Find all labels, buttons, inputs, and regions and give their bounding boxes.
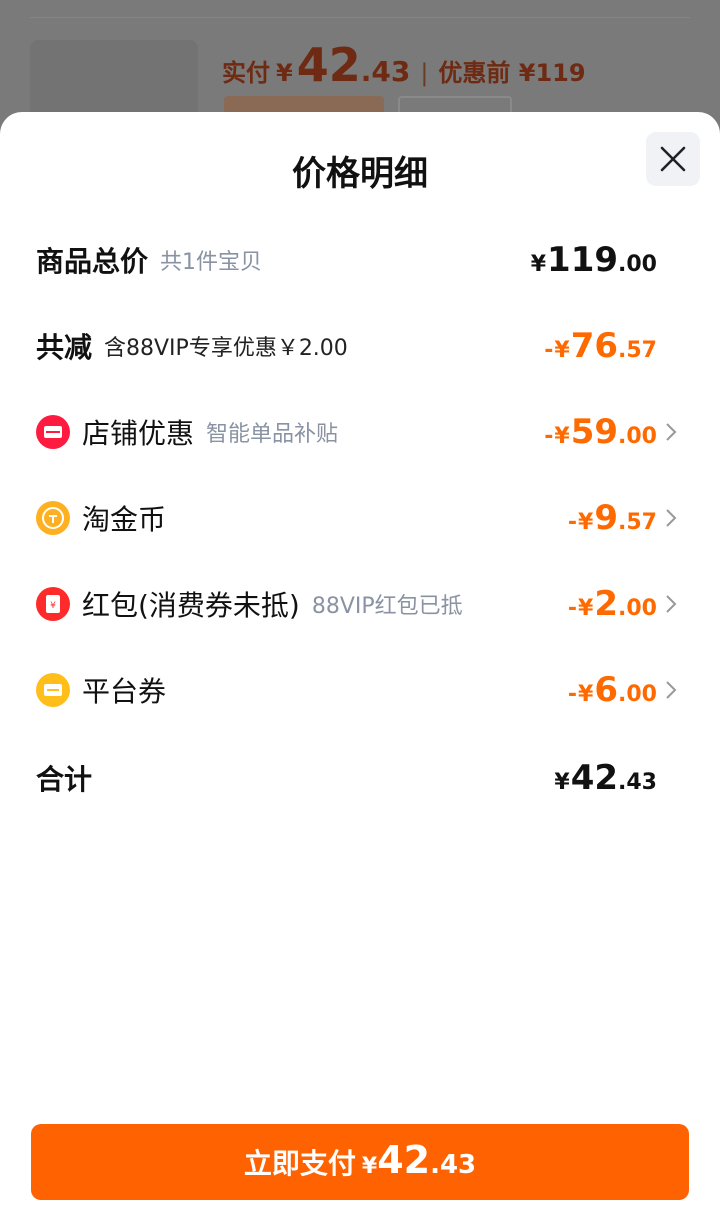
row-sublabel: 智能单品补贴 bbox=[206, 422, 339, 447]
amount-currency: ¥ bbox=[578, 596, 594, 621]
amount-currency: ¥ bbox=[530, 252, 547, 277]
row-taojinbi[interactable]: 淘金币 - ¥ 9 .57 bbox=[0, 488, 720, 548]
amount-currency: ¥ bbox=[554, 770, 570, 795]
row-amount: - ¥ 9 .57 bbox=[568, 498, 657, 538]
row-label: 平台券 bbox=[82, 675, 167, 708]
row-amount: ¥ 42 .43 bbox=[554, 758, 657, 798]
chevron-right-icon bbox=[666, 509, 677, 527]
row-amount: ¥ 119 .00 bbox=[531, 240, 657, 280]
row-amount: - ¥ 2 .00 bbox=[568, 584, 657, 624]
svg-text:¥: ¥ bbox=[50, 601, 56, 611]
amount-sign: - bbox=[567, 510, 578, 535]
sheet-title: 价格明细 bbox=[292, 154, 428, 194]
amount-dec: .57 bbox=[618, 510, 657, 535]
background-divider bbox=[30, 17, 690, 18]
amount-dec: .00 bbox=[618, 682, 657, 707]
background-paid-currency: ¥ bbox=[276, 59, 293, 87]
close-icon bbox=[660, 146, 686, 172]
amount-sign: - bbox=[567, 682, 578, 707]
price-detail-sheet: 价格明细 商品总价 共1件宝贝 ¥ 119 .00 共减 含88VIP专享优惠￥… bbox=[0, 112, 720, 1224]
row-grand-total: 合计 ¥ 42 .43 bbox=[0, 748, 720, 808]
row-label: 红包(消费券未抵) bbox=[82, 589, 300, 622]
pay-button-dec: .43 bbox=[430, 1150, 477, 1180]
amount-dec: .00 bbox=[618, 596, 657, 621]
row-label: 淘金币 bbox=[82, 503, 167, 536]
chevron-right-icon bbox=[666, 423, 677, 441]
red-packet-icon: ¥ bbox=[36, 587, 70, 621]
amount-int: 9 bbox=[594, 498, 619, 538]
amount-dec: .57 bbox=[618, 338, 657, 363]
amount-dec: .00 bbox=[618, 252, 657, 277]
pay-button-int: 42 bbox=[377, 1138, 431, 1182]
amount-dec: .00 bbox=[618, 424, 657, 449]
background-separator: | bbox=[420, 59, 429, 87]
background-orig-price: 优惠前 ¥119 bbox=[438, 59, 586, 87]
pay-button-currency: ¥ bbox=[361, 1154, 378, 1179]
amount-currency: ¥ bbox=[578, 682, 594, 707]
amount-dec: .43 bbox=[618, 770, 657, 795]
background-paid-int: 42 bbox=[296, 38, 361, 92]
amount-int: 2 bbox=[594, 584, 619, 624]
row-amount: - ¥ 59 .00 bbox=[544, 412, 657, 452]
row-label: 店铺优惠 bbox=[82, 417, 195, 450]
row-sublabel: 88VIP红包已抵 bbox=[311, 594, 463, 619]
pay-button-label: 立即支付 bbox=[243, 1147, 356, 1180]
amount-int: 76 bbox=[570, 326, 619, 366]
row-red-packet[interactable]: ¥ 红包(消费券未抵) 88VIP红包已抵 - ¥ 2 .00 bbox=[0, 574, 720, 634]
amount-sign: - bbox=[544, 424, 554, 449]
row-amount: - ¥ 6 .00 bbox=[568, 670, 657, 710]
chevron-right-icon bbox=[666, 681, 677, 699]
background-paid-label: 实付 bbox=[222, 59, 270, 87]
row-total-discount: 共减 含88VIP专享优惠￥2.00 - ¥ 76 .57 bbox=[0, 316, 720, 376]
amount-int: 59 bbox=[570, 412, 619, 452]
row-platform-coupon[interactable]: 平台券 - ¥ 6 .00 bbox=[0, 660, 720, 720]
close-button[interactable] bbox=[646, 132, 700, 186]
pay-now-button[interactable]: 立即支付 ¥ 42 .43 bbox=[31, 1124, 689, 1200]
row-sublabel: 共1件宝贝 bbox=[160, 250, 263, 275]
amount-currency: ¥ bbox=[578, 510, 594, 535]
amount-sign: - bbox=[544, 338, 554, 363]
chevron-right-icon bbox=[666, 595, 677, 613]
background-price-summary: 实付 ¥ 42 .43 | 优惠前 ¥119 bbox=[222, 38, 586, 92]
amount-currency: ¥ bbox=[554, 424, 570, 449]
row-label: 商品总价 bbox=[36, 245, 149, 278]
row-store-discount[interactable]: 店铺优惠 智能单品补贴 - ¥ 59 .00 bbox=[0, 402, 720, 462]
amount-currency: ¥ bbox=[554, 338, 570, 363]
background-product-thumbnail bbox=[30, 40, 198, 120]
row-label: 共减 bbox=[36, 331, 93, 364]
amount-int: 42 bbox=[570, 758, 619, 798]
amount-int: 119 bbox=[547, 240, 619, 280]
row-goods-total: 商品总价 共1件宝贝 ¥ 119 .00 bbox=[0, 230, 720, 290]
row-label: 合计 bbox=[36, 763, 93, 796]
amount-sign: - bbox=[567, 596, 578, 621]
row-sublabel: 含88VIP专享优惠￥2.00 bbox=[104, 336, 348, 361]
platform-coupon-icon bbox=[36, 673, 70, 707]
row-amount: - ¥ 76 .57 bbox=[544, 326, 657, 366]
coin-icon bbox=[36, 501, 70, 535]
store-coupon-icon bbox=[36, 415, 70, 449]
background-paid-dec: .43 bbox=[360, 55, 411, 88]
amount-int: 6 bbox=[594, 670, 619, 710]
